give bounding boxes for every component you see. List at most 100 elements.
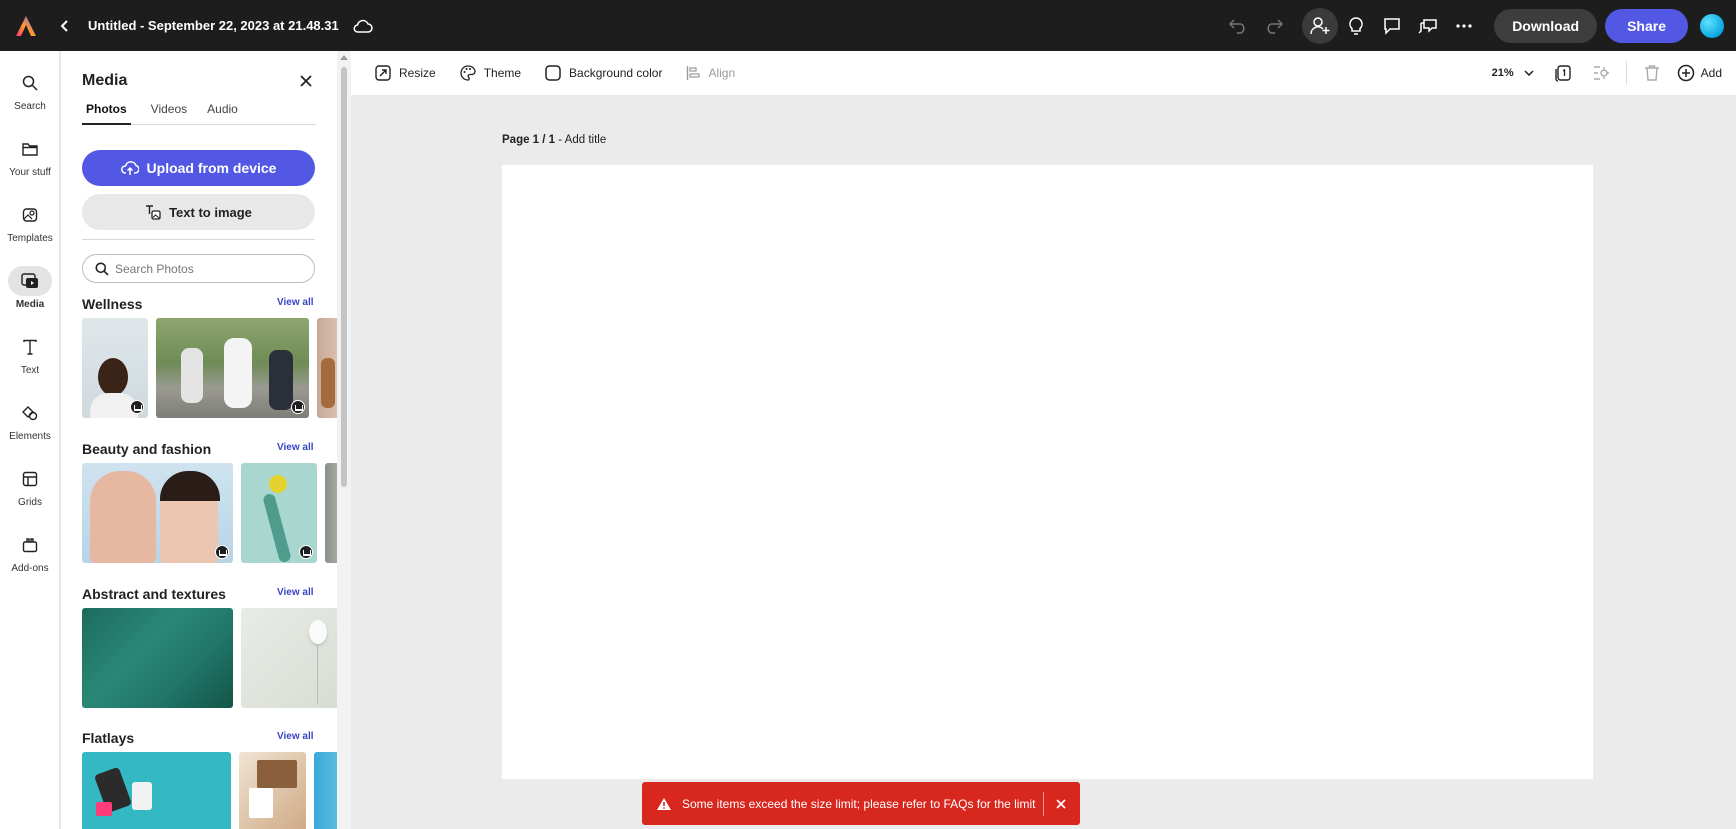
download-button[interactable]: Download (1494, 8, 1598, 43)
rail-label: Add-ons (11, 563, 49, 574)
rail-label: Templates (7, 233, 53, 244)
toast-divider (1043, 791, 1044, 816)
rail-item-search[interactable]: Search (0, 57, 60, 123)
photo-thumbnail[interactable] (241, 608, 337, 708)
add-label: Add (1700, 66, 1722, 80)
rail-item-your-stuff[interactable]: Your stuff (0, 123, 60, 189)
rail-item-add-ons[interactable]: Add-ons (0, 519, 60, 585)
grids-icon (8, 464, 52, 494)
section-flatlays: Flatlays View all (82, 730, 337, 829)
section-title: Abstract and textures (82, 586, 226, 602)
close-toast-button[interactable] (1056, 798, 1066, 809)
rail-label: Media (15, 299, 45, 310)
add-title-link[interactable]: Add title (565, 134, 607, 146)
resize-button[interactable]: Resize (375, 65, 436, 81)
theme-label: Theme (483, 66, 522, 80)
adobe-express-logo[interactable] (0, 0, 52, 51)
tab-photos[interactable]: Photos (82, 100, 131, 125)
comment-icon[interactable] (1374, 8, 1410, 44)
photo-thumbnail[interactable] (82, 318, 148, 418)
page-label: Page 1 / 1 - Add title (502, 134, 606, 146)
layers-settings-icon[interactable] (1588, 60, 1614, 86)
chevron-down-icon (1524, 70, 1534, 76)
chevron-left-icon (60, 19, 68, 32)
photo-thumbnail[interactable] (239, 752, 306, 829)
delete-icon[interactable] (1639, 60, 1665, 86)
toast-message: Some items exceed the size limit; please… (682, 796, 1036, 811)
search-photos-input[interactable] (115, 261, 295, 276)
background-color-button[interactable]: Background color (545, 65, 662, 81)
more-icon[interactable] (1446, 8, 1482, 44)
close-panel-button[interactable] (296, 71, 316, 91)
view-all-link[interactable]: View all (277, 442, 314, 453)
resize-icon (375, 65, 391, 81)
cloud-sync-icon[interactable] (353, 19, 373, 33)
premium-badge-icon (291, 400, 305, 414)
share-button[interactable]: Share (1605, 8, 1688, 43)
error-toast: Some items exceed the size limit; please… (642, 782, 1080, 825)
zoom-select[interactable]: 21% (1492, 67, 1534, 79)
page-label-separator: - (555, 134, 565, 146)
upload-label: Upload from device (146, 160, 277, 176)
chat-icon[interactable] (1410, 8, 1446, 44)
folder-icon (8, 134, 52, 164)
text-to-image-button[interactable]: Text to image (82, 194, 315, 230)
section-wellness: Wellness View all (82, 296, 337, 418)
design-page[interactable] (502, 165, 1593, 779)
lightbulb-icon[interactable] (1338, 8, 1374, 44)
premium-badge-icon (130, 400, 144, 414)
photo-thumbnail[interactable] (314, 752, 337, 829)
search-photos-field[interactable] (82, 254, 315, 283)
back-button[interactable] (52, 0, 78, 51)
scrollbar-thumb[interactable] (341, 67, 347, 487)
pages-icon[interactable] (1550, 60, 1576, 86)
section-title: Flatlays (82, 730, 135, 746)
tab-videos[interactable]: Videos (151, 100, 187, 125)
rail-item-text[interactable]: Text (0, 321, 60, 387)
photo-thumbnail[interactable] (317, 318, 337, 418)
resize-label: Resize (399, 66, 436, 80)
photo-thumbnail[interactable] (82, 752, 231, 829)
top-bar: Untitled - September 22, 2023 at 21.48.3… (0, 0, 1736, 51)
scroll-up-icon[interactable] (340, 55, 348, 60)
rail-item-templates[interactable]: Templates (0, 189, 60, 255)
addons-icon (8, 530, 52, 560)
elements-icon (8, 398, 52, 428)
theme-button[interactable]: Theme (460, 65, 521, 81)
add-page-button[interactable]: Add (1677, 64, 1722, 82)
panel-scrollbar[interactable] (337, 51, 351, 829)
photo-thumbnail[interactable] (156, 318, 309, 418)
photo-thumbnail[interactable] (82, 608, 233, 708)
divider (82, 239, 315, 240)
photo-thumbnail[interactable] (325, 463, 337, 563)
palette-icon (460, 65, 476, 81)
rail-label: Elements (9, 431, 51, 442)
undo-icon[interactable] (1220, 8, 1256, 44)
view-all-link[interactable]: View all (277, 297, 314, 308)
upload-from-device-button[interactable]: Upload from device (82, 150, 315, 186)
tab-audio[interactable]: Audio (207, 100, 238, 125)
warning-icon (656, 797, 672, 811)
media-icon (8, 266, 52, 296)
premium-badge-icon (299, 545, 313, 559)
rail-item-grids[interactable]: Grids (0, 453, 60, 519)
photo-thumbnail[interactable] (82, 463, 233, 563)
rail-label: Search (14, 101, 46, 112)
search-icon (8, 68, 52, 98)
redo-icon[interactable] (1256, 8, 1292, 44)
background-color-swatch-icon (545, 65, 561, 81)
top-actions: Download Share (1220, 0, 1736, 51)
zoom-value: 21% (1491, 67, 1514, 79)
view-all-link[interactable]: View all (277, 731, 314, 742)
document-title[interactable]: Untitled - September 22, 2023 at 21.48.3… (88, 18, 339, 33)
view-all-link[interactable]: View all (277, 587, 314, 598)
avatar[interactable] (1700, 13, 1724, 38)
toolbar-divider (1625, 61, 1627, 85)
media-tabs: Photos Videos Audio (82, 100, 316, 125)
toolbar-right: 21% Add (1492, 51, 1736, 95)
rail-item-media[interactable]: Media (0, 255, 60, 321)
photo-thumbnail[interactable] (241, 463, 317, 563)
align-button[interactable]: Align (686, 65, 735, 81)
rail-item-elements[interactable]: Elements (0, 387, 60, 453)
invite-user-icon[interactable] (1302, 7, 1339, 44)
